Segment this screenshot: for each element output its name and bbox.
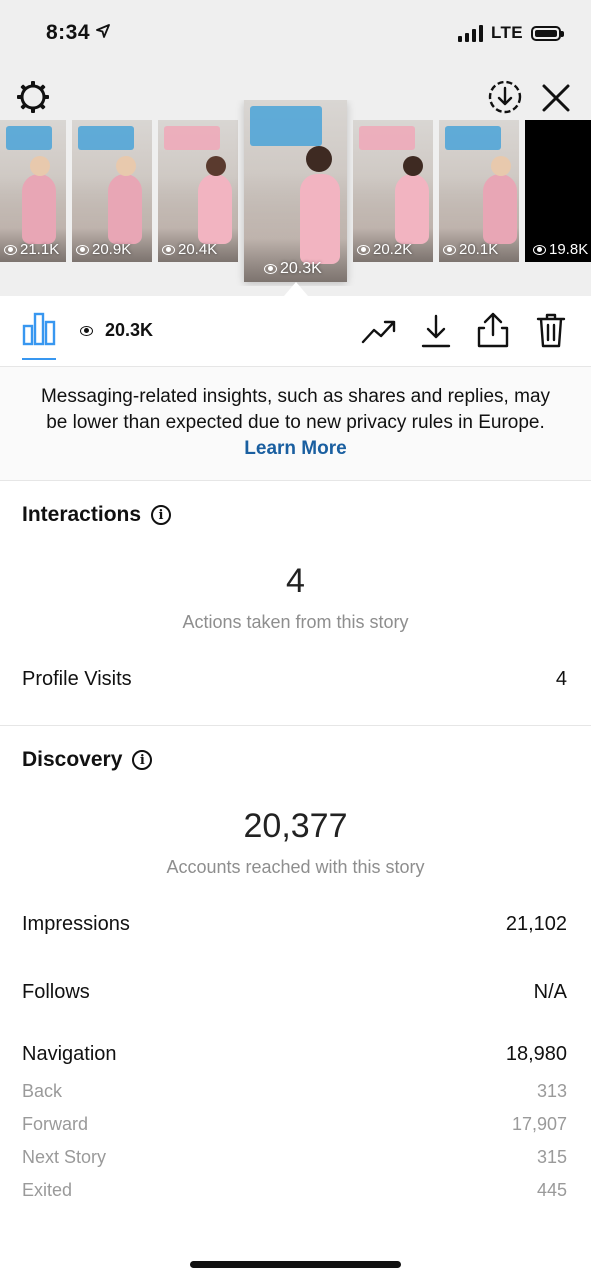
eye-icon	[264, 264, 277, 274]
story-header-area: 8:34 LTE 21.1K 20.9K 20.4K 20.3K 20.2K 2…	[0, 0, 591, 296]
story-thumbnail[interactable]: 20.4K	[158, 120, 238, 262]
section-divider	[0, 725, 591, 726]
profile-visits-row: Profile Visits 4	[22, 668, 567, 690]
story-thumbnail[interactable]: 20.9K	[72, 120, 152, 262]
story-thumbnail[interactable]: 21.1K	[0, 120, 66, 262]
eye-icon	[443, 244, 456, 255]
info-icon[interactable]: i	[132, 750, 153, 770]
download-icon[interactable]	[418, 312, 454, 350]
story-thumbnail-selected[interactable]: 20.3K	[244, 100, 347, 282]
story-insights-toolbar: 20.3K	[0, 296, 591, 366]
signal-icon	[457, 24, 483, 42]
discovery-section-title: Discovery i	[22, 748, 153, 772]
story-thumbnail[interactable]: 20.1K	[439, 120, 519, 262]
navigation-row: Navigation 18,980	[22, 1043, 567, 1065]
story-thumbnail[interactable]: 19.8K	[525, 120, 591, 262]
delete-trash-icon[interactable]	[533, 310, 569, 350]
interactions-total-label: Actions taken from this story	[182, 612, 409, 632]
story-thumbnail[interactable]: 20.2K	[353, 120, 433, 262]
eye-icon	[357, 244, 370, 255]
share-icon[interactable]	[475, 310, 511, 350]
nav-back-row: Back 313	[22, 1081, 567, 1101]
location-arrow-icon	[96, 20, 110, 44]
nav-exited-row: Exited 445	[22, 1180, 567, 1200]
interactions-total: 4	[286, 562, 305, 600]
insights-bar-chart-icon[interactable]	[22, 312, 56, 346]
eye-icon	[80, 325, 93, 336]
story-thumbnail-strip[interactable]: 21.1K 20.9K 20.4K 20.3K 20.2K 20.1K 19.8…	[0, 100, 591, 286]
network-type: LTE	[490, 23, 523, 42]
status-time: 8:34	[46, 20, 110, 45]
story-caption-sticker	[78, 126, 134, 150]
home-indicator[interactable]	[190, 1261, 401, 1268]
nav-forward-row: Forward 17,907	[22, 1114, 567, 1134]
story-view-count: 20.3K	[80, 320, 153, 341]
impressions-row: Impressions 21,102	[22, 913, 567, 935]
discovery-total: 20,377	[243, 807, 348, 845]
privacy-notice: Messaging-related insights, such as shar…	[0, 366, 591, 481]
info-icon[interactable]: i	[151, 505, 172, 525]
story-caption-sticker	[359, 126, 415, 150]
eye-icon	[162, 244, 175, 255]
story-caption-sticker	[250, 106, 323, 146]
selected-story-pointer	[284, 282, 308, 296]
promote-trend-icon[interactable]	[360, 314, 398, 348]
eye-icon	[76, 244, 89, 255]
active-tab-indicator	[22, 358, 56, 360]
story-caption-sticker	[445, 126, 501, 150]
interactions-section-title: Interactions i	[22, 503, 172, 527]
discovery-total-label: Accounts reached with this story	[166, 857, 425, 877]
nav-next-story-row: Next Story 315	[22, 1147, 567, 1167]
follows-row: Follows N/A	[22, 981, 567, 1003]
learn-more-link[interactable]: Learn More	[244, 438, 346, 459]
eye-icon	[533, 244, 546, 255]
status-indicators: LTE	[457, 20, 564, 46]
story-caption-sticker	[6, 126, 53, 150]
eye-icon	[4, 244, 17, 255]
battery-icon	[531, 25, 564, 41]
story-caption-sticker	[164, 126, 220, 150]
